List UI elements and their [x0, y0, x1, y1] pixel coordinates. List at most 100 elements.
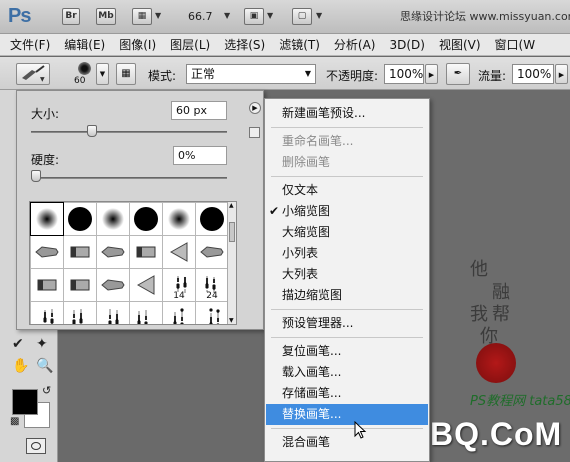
- brush-tool-preset-icon[interactable]: ▼: [16, 63, 50, 85]
- context-menu-item[interactable]: ✔ 小缩览图: [266, 201, 428, 222]
- brush-preset-soft[interactable]: [97, 203, 129, 235]
- hardness-slider-track[interactable]: [31, 177, 227, 179]
- options-bar: ▼ 60 ▼ ▦ 模式: 正常 ▼ 不透明度: 100% ▶ ✒ 流量: 100…: [0, 57, 570, 90]
- context-menu-item[interactable]: 复位画笔...: [266, 341, 428, 362]
- menu-3d[interactable]: 3D(D): [389, 38, 424, 52]
- opacity-slider-arrow-icon[interactable]: ▶: [425, 64, 438, 84]
- arrange-documents-icon[interactable]: ▣: [244, 8, 264, 25]
- brush-preset-scatter[interactable]: 46: [97, 302, 129, 324]
- brush-preset-tip[interactable]: [97, 236, 129, 268]
- brush-preset-scatter[interactable]: 17: [196, 302, 228, 324]
- brush-preset-tip[interactable]: [196, 236, 228, 268]
- brush-preset-soft[interactable]: [163, 203, 195, 235]
- hand-tool-icon[interactable]: ✋: [12, 358, 29, 374]
- brush-preset-hard[interactable]: [130, 203, 162, 235]
- brush-picker-toggle-icon[interactable]: ▼: [96, 63, 109, 85]
- brush-preset-scatter[interactable]: 27: [31, 302, 63, 325]
- context-menu-item[interactable]: 预设管理器...: [266, 313, 428, 334]
- menu-item-label: 小列表: [282, 246, 319, 260]
- context-menu-item[interactable]: 替换画笔...: [266, 404, 428, 425]
- scroll-up-icon[interactable]: ▲: [229, 202, 234, 209]
- tablet-pressure-opacity-icon[interactable]: ✒: [446, 63, 470, 85]
- brush-preset-fan[interactable]: [130, 269, 162, 301]
- brush-preset-tip[interactable]: [97, 269, 129, 301]
- brush-picker-context-menu: 新建画笔预设... 重命名画笔... 删除画笔 仅文本 ✔ 小缩览图 大缩览图 小列表 大列表描…: [264, 98, 430, 462]
- brush-size-number: 39: [64, 324, 96, 325]
- context-menu-item[interactable]: 载入画笔...: [266, 362, 428, 383]
- brush-preset-flat[interactable]: [64, 269, 96, 301]
- brush-preset-flat[interactable]: [31, 269, 63, 301]
- scroll-down-icon[interactable]: ▼: [229, 317, 234, 324]
- brush-preset-list: 14 24 273946591117 ▲ ▼: [29, 201, 237, 325]
- mini-bridge-button[interactable]: Mb: [96, 8, 116, 25]
- brush-preset-scatter[interactable]: 39: [64, 302, 96, 325]
- view-extras-dropdown-icon[interactable]: ▼: [155, 11, 161, 20]
- menu-view[interactable]: 视图(V): [439, 36, 481, 53]
- swap-colors-icon[interactable]: ↺: [42, 384, 51, 397]
- menu-window[interactable]: 窗口(W: [495, 36, 536, 53]
- flow-slider-arrow-icon[interactable]: ▶: [555, 64, 568, 84]
- blend-mode-select[interactable]: 正常 ▼: [186, 64, 316, 84]
- menu-layer[interactable]: 图层(L): [170, 36, 210, 53]
- mode-label: 模式:: [148, 69, 177, 83]
- brush-preset-scatter[interactable]: 11: [163, 302, 195, 324]
- zoom-tool-icon[interactable]: 🔍: [36, 358, 53, 374]
- size-label: 大小:: [31, 107, 60, 121]
- menu-select[interactable]: 选择(S): [224, 36, 265, 53]
- arrange-dropdown-icon[interactable]: ▼: [267, 11, 273, 20]
- context-menu-item[interactable]: 大缩览图: [266, 222, 428, 243]
- menu-filter[interactable]: 滤镜(T): [279, 36, 320, 53]
- brush-preset-scatter[interactable]: 59: [130, 302, 162, 324]
- brush-panel-toggle-icon[interactable]: ▦: [116, 63, 136, 85]
- menu-item-label: 替换画笔...: [282, 407, 342, 421]
- zoom-level[interactable]: 66.7: [188, 10, 213, 23]
- menu-separator: [271, 337, 423, 338]
- brush-preview-icon[interactable]: [78, 62, 91, 75]
- brush-preset-scatter[interactable]: 14: [163, 269, 195, 301]
- size-input[interactable]: 60 px: [171, 101, 227, 120]
- context-menu-item[interactable]: 大列表: [266, 264, 428, 285]
- default-colors-icon[interactable]: ▩: [10, 416, 19, 427]
- brush-preset-scatter[interactable]: 24: [196, 269, 228, 301]
- menu-edit[interactable]: 编辑(E): [64, 36, 105, 53]
- opacity-input[interactable]: 100%: [384, 64, 424, 84]
- quick-mask-icon[interactable]: [26, 438, 46, 454]
- brush-preset-flat[interactable]: [130, 236, 162, 268]
- context-menu-item[interactable]: 混合画笔: [266, 432, 428, 453]
- screen-mode-icon[interactable]: ▢: [292, 8, 312, 25]
- zoom-dropdown-icon[interactable]: ▼: [224, 11, 230, 20]
- tutorial-caption: PS教程网 tata580: [470, 394, 570, 409]
- screen-mode-dropdown-icon[interactable]: ▼: [316, 11, 322, 20]
- foreground-color-swatch[interactable]: [12, 389, 38, 415]
- magic-wand-tool-icon[interactable]: ✦: [36, 336, 48, 352]
- new-preset-icon[interactable]: [249, 127, 260, 138]
- menu-image[interactable]: 图像(I): [119, 36, 156, 53]
- lasso-tool-icon[interactable]: ✔: [12, 336, 24, 352]
- brush-preset-tip[interactable]: [31, 236, 63, 268]
- size-slider-track[interactable]: [31, 131, 227, 133]
- context-menu-item[interactable]: 描边缩览图: [266, 285, 428, 306]
- size-slider-thumb[interactable]: [86, 125, 97, 137]
- menu-separator: [271, 176, 423, 177]
- brush-size-number: 27: [31, 324, 63, 325]
- hardness-input[interactable]: 0%: [173, 146, 227, 165]
- hardness-slider-thumb[interactable]: [31, 170, 41, 182]
- picker-menu-arrow-icon[interactable]: ▶: [249, 102, 261, 114]
- brush-preset-flat[interactable]: [64, 236, 96, 268]
- menu-file[interactable]: 文件(F): [10, 36, 50, 53]
- brush-preset-fan[interactable]: [163, 236, 195, 268]
- menu-analysis[interactable]: 分析(A): [334, 36, 376, 53]
- scrollbar-thumb[interactable]: [229, 222, 235, 242]
- brush-preset-hard[interactable]: [196, 203, 228, 235]
- menu-item-label: 仅文本: [282, 183, 319, 197]
- brush-preset-soft[interactable]: [30, 202, 64, 236]
- view-extras-icon[interactable]: ▦: [132, 8, 152, 25]
- context-menu-item[interactable]: 小列表: [266, 243, 428, 264]
- flow-input[interactable]: 100%: [512, 64, 554, 84]
- context-menu-item[interactable]: 仅文本: [266, 180, 428, 201]
- context-menu-item[interactable]: 新建画笔预设...: [266, 103, 428, 124]
- bridge-button[interactable]: Br: [62, 8, 80, 25]
- brush-preset-hard[interactable]: [64, 203, 96, 235]
- preset-list-scrollbar[interactable]: ▲ ▼: [227, 202, 236, 324]
- context-menu-item[interactable]: 存储画笔...: [266, 383, 428, 404]
